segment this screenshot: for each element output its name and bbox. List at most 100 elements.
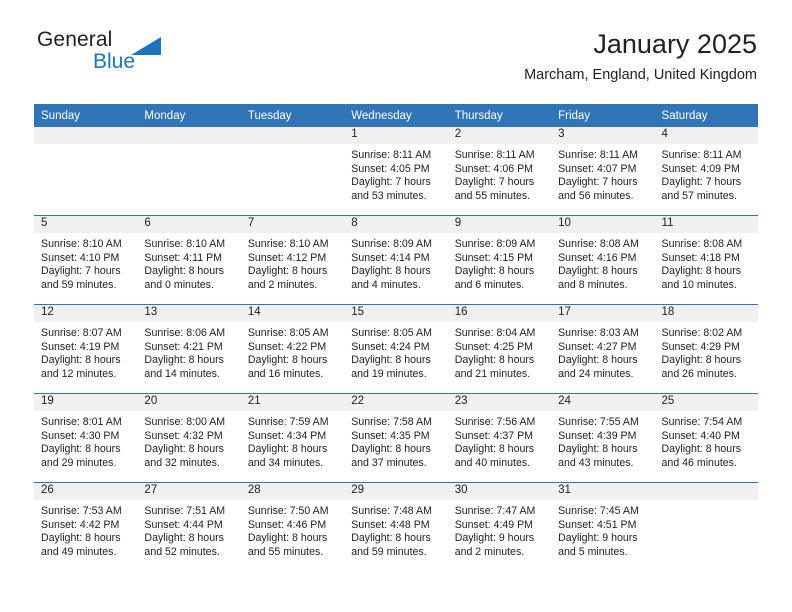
sunset-time: Sunset: 4:07 PM	[558, 162, 637, 175]
sunrise-time: Sunrise: 8:08 AM	[661, 238, 743, 250]
day-details: Sunrise: 8:05 AM Sunset: 4:22 PM Daylight:…	[241, 322, 344, 381]
calendar-day-cell[interactable]: 21 Sunrise: 7:59 AM Sunset: 4:34 PM Dayligh…	[240, 393, 345, 483]
day-details: Sunrise: 7:50 AM Sunset: 4:46 PM Daylight:…	[241, 500, 344, 559]
daylight-duration-line1: Daylight: 8 hours	[144, 532, 224, 545]
sunset-time: Sunset: 4:48 PM	[351, 518, 430, 531]
page-header: General Blue January 2025 Marcham, Engla…	[35, 28, 757, 96]
daylight-duration-line2: and 55 minutes.	[247, 545, 324, 558]
calendar-day-cell[interactable]: 22 Sunrise: 7:58 AM Sunset: 4:35 PM Dayligh…	[344, 393, 448, 483]
sunrise-time: Sunrise: 7:55 AM	[558, 416, 639, 428]
calendar-day-cell[interactable]: 4 Sunrise: 8:11 AM Sunset: 4:09 PM Daylight…	[654, 127, 758, 216]
calendar-day-cell[interactable]: 28 Sunrise: 7:50 AM Sunset: 4:46 PM Dayligh…	[240, 482, 345, 571]
calendar-day-cell[interactable]: 17 Sunrise: 8:03 AM Sunset: 4:27 PM Dayligh…	[551, 304, 655, 394]
calendar-day-cell[interactable]: 27 Sunrise: 7:51 AM Sunset: 4:44 PM Dayligh…	[137, 482, 241, 571]
daylight-duration-line1: Daylight: 8 hours	[41, 354, 121, 367]
day-details: Sunrise: 8:09 AM Sunset: 4:14 PM Daylight:…	[344, 233, 447, 292]
calendar-day-cell[interactable]: 24 Sunrise: 7:55 AM Sunset: 4:39 PM Dayligh…	[551, 393, 655, 483]
sunset-time: Sunset: 4:40 PM	[661, 429, 740, 442]
brand-logo[interactable]: General Blue	[35, 28, 265, 88]
day-details: Sunrise: 8:10 AM Sunset: 4:11 PM Daylight:…	[137, 233, 240, 292]
day-number: 4	[654, 127, 758, 144]
sunrise-time: Sunrise: 8:07 AM	[41, 327, 122, 339]
calendar-day-cell[interactable]: 1 Sunrise: 8:11 AM Sunset: 4:05 PM Daylight…	[344, 127, 448, 216]
sunset-time: Sunset: 4:34 PM	[247, 429, 327, 442]
brand-name-secondary: Blue	[93, 50, 136, 73]
calendar-day-cell[interactable]: 29 Sunrise: 7:48 AM Sunset: 4:48 PM Dayligh…	[344, 482, 448, 571]
sunset-time: Sunset: 4:21 PM	[144, 340, 223, 353]
daylight-duration-line1: Daylight: 8 hours	[558, 443, 638, 456]
sunset-time: Sunset: 4:15 PM	[454, 251, 534, 264]
sunset-time: Sunset: 4:37 PM	[454, 429, 534, 442]
calendar-day-cell[interactable]: 10 Sunrise: 8:08 AM Sunset: 4:16 PM Dayligh…	[551, 215, 655, 305]
day-details: Sunrise: 7:58 AM Sunset: 4:35 PM Daylight:…	[344, 411, 447, 470]
daylight-duration-line2: and 46 minutes.	[661, 456, 737, 469]
calendar-body: 1 Sunrise: 8:11 AM Sunset: 4:05 PM Daylight…	[34, 127, 758, 571]
day-number: 27	[137, 483, 241, 500]
calendar-day-cell[interactable]: 3 Sunrise: 8:11 AM Sunset: 4:07 PM Daylight…	[551, 127, 655, 216]
day-number: 17	[551, 305, 655, 322]
sunset-time: Sunset: 4:51 PM	[558, 518, 637, 531]
day-number: 23	[447, 394, 552, 411]
daylight-duration-line1: Daylight: 8 hours	[144, 265, 224, 278]
calendar-day-cell[interactable]: 20 Sunrise: 8:00 AM Sunset: 4:32 PM Dayligh…	[137, 393, 241, 483]
calendar-day-cell[interactable]: 9 Sunrise: 8:09 AM Sunset: 4:15 PM Daylight…	[447, 215, 552, 305]
sunrise-time: Sunrise: 8:10 AM	[247, 238, 329, 250]
sunset-time: Sunset: 4:29 PM	[661, 340, 740, 353]
calendar-day-cell[interactable]: 19 Sunrise: 8:01 AM Sunset: 4:30 PM Dayligh…	[34, 393, 138, 483]
sunrise-time: Sunrise: 8:11 AM	[351, 149, 432, 161]
calendar-day-cell[interactable]: 15 Sunrise: 8:05 AM Sunset: 4:24 PM Dayligh…	[344, 304, 448, 394]
sunset-time: Sunset: 4:32 PM	[144, 429, 223, 442]
calendar-day-cell[interactable]: 8 Sunrise: 8:09 AM Sunset: 4:14 PM Daylight…	[344, 215, 448, 305]
calendar-day-cell[interactable]: 5 Sunrise: 8:10 AM Sunset: 4:10 PM Daylight…	[34, 215, 138, 305]
sunrise-time: Sunrise: 7:59 AM	[247, 416, 329, 428]
day-number: 21	[240, 394, 345, 411]
sunrise-time: Sunrise: 8:05 AM	[351, 327, 432, 339]
day-details: Sunrise: 8:07 AM Sunset: 4:19 PM Daylight:…	[34, 322, 137, 381]
calendar-day-cell[interactable]: 11 Sunrise: 8:08 AM Sunset: 4:18 PM Dayligh…	[654, 215, 758, 305]
daylight-duration-line1: Daylight: 8 hours	[247, 354, 328, 367]
day-number: 1	[344, 127, 448, 144]
calendar-day-cell[interactable]: 7 Sunrise: 8:10 AM Sunset: 4:12 PM Daylight…	[240, 215, 345, 305]
daylight-duration-line2: and 43 minutes.	[558, 456, 634, 469]
day-details: Sunrise: 8:10 AM Sunset: 4:12 PM Daylight:…	[241, 233, 344, 292]
calendar-day-cell[interactable]: 12 Sunrise: 8:07 AM Sunset: 4:19 PM Dayligh…	[34, 304, 138, 394]
calendar-day-cell[interactable]: 6 Sunrise: 8:10 AM Sunset: 4:11 PM Daylight…	[137, 215, 241, 305]
day-number: 15	[344, 305, 448, 322]
sunrise-time: Sunrise: 7:58 AM	[351, 416, 432, 428]
calendar-day-cell-empty	[34, 127, 138, 216]
day-number	[137, 127, 241, 144]
page-title: January 2025	[593, 29, 757, 59]
daylight-duration-line1: Daylight: 8 hours	[558, 265, 638, 278]
day-details: Sunrise: 8:11 AM Sunset: 4:05 PM Daylight:…	[344, 144, 447, 203]
calendar-day-cell[interactable]: 2 Sunrise: 8:11 AM Sunset: 4:06 PM Daylight…	[447, 127, 552, 216]
day-details: Sunrise: 8:05 AM Sunset: 4:24 PM Daylight:…	[344, 322, 447, 381]
daylight-duration-line2: and 32 minutes.	[144, 456, 220, 469]
sunrise-time: Sunrise: 8:03 AM	[558, 327, 639, 339]
day-number: 9	[447, 216, 552, 233]
calendar-day-cell[interactable]: 14 Sunrise: 8:05 AM Sunset: 4:22 PM Dayligh…	[240, 304, 345, 394]
calendar-day-cell[interactable]: 13 Sunrise: 8:06 AM Sunset: 4:21 PM Dayligh…	[137, 304, 241, 394]
day-number: 7	[240, 216, 345, 233]
calendar-day-cell[interactable]: 31 Sunrise: 7:45 AM Sunset: 4:51 PM Dayligh…	[551, 482, 655, 571]
sunrise-time: Sunrise: 8:05 AM	[247, 327, 329, 339]
calendar-day-cell[interactable]: 18 Sunrise: 8:02 AM Sunset: 4:29 PM Dayligh…	[654, 304, 758, 394]
calendar-day-cell[interactable]: 25 Sunrise: 7:54 AM Sunset: 4:40 PM Dayligh…	[654, 393, 758, 483]
daylight-duration-line1: Daylight: 8 hours	[247, 443, 328, 456]
daylight-duration-line1: Daylight: 8 hours	[661, 443, 742, 456]
day-number: 30	[447, 483, 552, 500]
daylight-duration-line2: and 40 minutes.	[454, 456, 531, 469]
sunset-time: Sunset: 4:27 PM	[558, 340, 637, 353]
day-details: Sunrise: 7:51 AM Sunset: 4:44 PM Daylight:…	[137, 500, 240, 559]
calendar-day-cell[interactable]: 23 Sunrise: 7:56 AM Sunset: 4:37 PM Dayligh…	[447, 393, 552, 483]
calendar-day-cell[interactable]: 30 Sunrise: 7:47 AM Sunset: 4:49 PM Dayligh…	[447, 482, 552, 571]
daylight-duration-line1: Daylight: 8 hours	[144, 443, 224, 456]
sunset-time: Sunset: 4:24 PM	[351, 340, 430, 353]
calendar-day-cell[interactable]: 26 Sunrise: 7:53 AM Sunset: 4:42 PM Dayligh…	[34, 482, 138, 571]
weekday-header-thursday: Thursday	[447, 104, 552, 127]
calendar-day-cell[interactable]: 16 Sunrise: 8:04 AM Sunset: 4:25 PM Dayligh…	[447, 304, 552, 394]
sunrise-time: Sunrise: 8:09 AM	[351, 238, 432, 250]
daylight-duration-line1: Daylight: 8 hours	[351, 443, 431, 456]
day-number: 8	[344, 216, 448, 233]
daylight-duration-line1: Daylight: 8 hours	[144, 354, 224, 367]
daylight-duration-line2: and 0 minutes.	[144, 278, 214, 291]
